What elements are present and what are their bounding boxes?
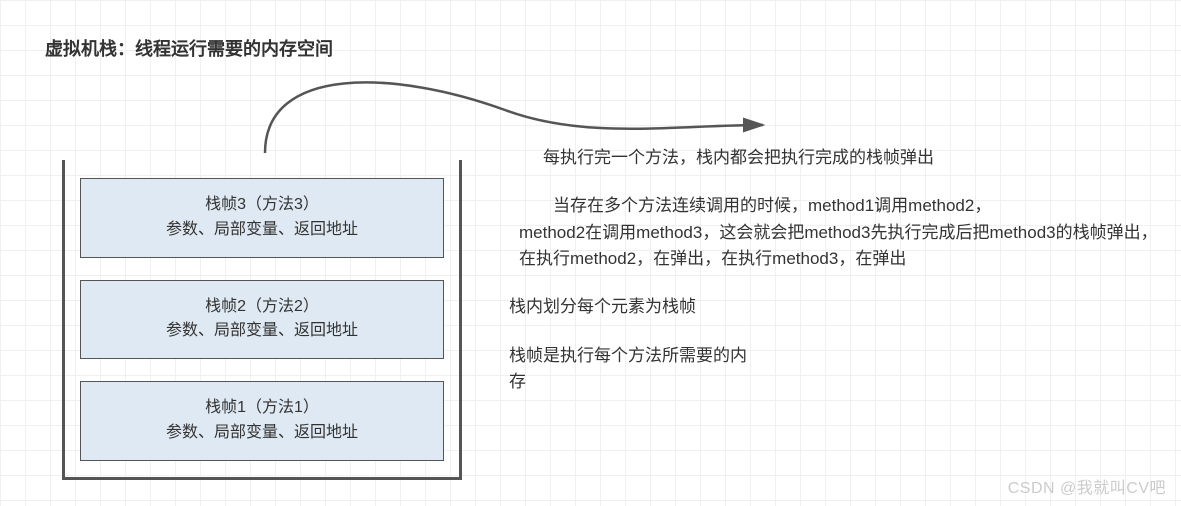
frame-name: 栈帧1（方法1）: [86, 396, 438, 421]
pop-arrow: [255, 75, 775, 155]
frame-detail: 参数、局部变量、返回地址: [86, 421, 438, 446]
page-title: 虚拟机栈：线程运行需要的内存空间: [45, 35, 333, 61]
watermark: CSDN @我就叫CV吧: [1008, 474, 1166, 498]
note-pop-frame: 每执行完一个方法，栈内都会把执行完成的栈帧弹出: [509, 145, 1159, 171]
stack-frame-1: 栈帧1（方法1） 参数、局部变量、返回地址: [80, 381, 444, 461]
note-frame-memory: 栈帧是执行每个方法所需要的内存: [509, 343, 749, 396]
frame-name: 栈帧2（方法2）: [86, 295, 438, 320]
stack-frame-3: 栈帧3（方法3） 参数、局部变量、返回地址: [80, 178, 444, 258]
frame-detail: 参数、局部变量、返回地址: [86, 218, 438, 243]
frame-name: 栈帧3（方法3）: [86, 193, 438, 218]
note-multi-call-b: method2在调用method3，这会就会把method3先执行完成后把met…: [509, 220, 1159, 273]
note-frame-elements: 栈内划分每个元素为栈帧: [509, 294, 1159, 320]
explanation-notes: 每执行完一个方法，栈内都会把执行完成的栈帧弹出 当存在多个方法连续调用的时候，m…: [509, 145, 1159, 417]
stack-frame-2: 栈帧2（方法2） 参数、局部变量、返回地址: [80, 280, 444, 360]
vm-stack: 栈帧3（方法3） 参数、局部变量、返回地址 栈帧2（方法2） 参数、局部变量、返…: [62, 160, 462, 480]
frame-detail: 参数、局部变量、返回地址: [86, 319, 438, 344]
note-multi-call-a: 当存在多个方法连续调用的时候，method1调用method2，: [509, 193, 1159, 219]
